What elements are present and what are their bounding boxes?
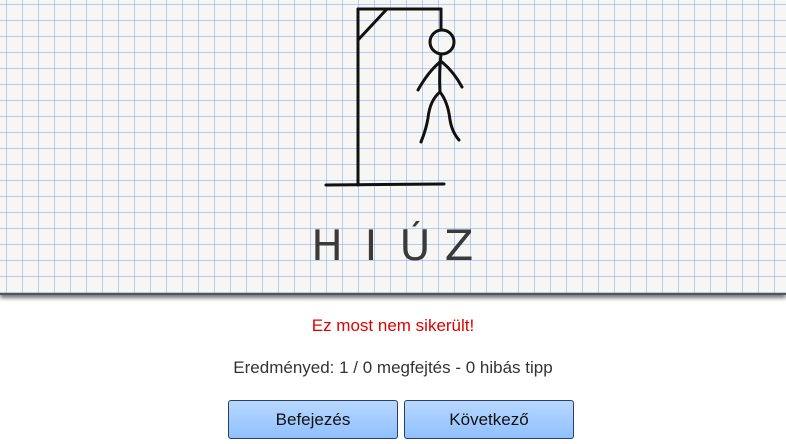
next-button[interactable]: Következő	[404, 400, 574, 439]
figure-body	[438, 52, 443, 94]
finish-button[interactable]: Befejezés	[228, 400, 398, 439]
graph-paper-board: H I Ú Z	[0, 0, 786, 295]
score-text: Eredményed: 1 / 0 megfejtés - 0 hibás ti…	[233, 358, 553, 377]
figure-left-arm	[416, 60, 442, 92]
word-letter: H	[311, 221, 343, 270]
figure-head	[428, 28, 456, 56]
figure-right-arm	[440, 60, 464, 89]
gallows-base	[324, 182, 446, 187]
figure-right-leg	[438, 90, 461, 142]
gallows-brace	[356, 8, 388, 42]
guess-word: H I Ú Z	[0, 222, 786, 270]
hangman-drawing	[324, 7, 464, 187]
result-message: Ez most nem sikerült!	[311, 316, 475, 335]
word-letter: I	[364, 221, 378, 270]
word-letter: Z	[444, 221, 474, 270]
word-letter: Ú	[399, 221, 431, 270]
action-buttons: Befejezés Következő	[228, 400, 574, 439]
figure-left-leg	[419, 90, 442, 144]
